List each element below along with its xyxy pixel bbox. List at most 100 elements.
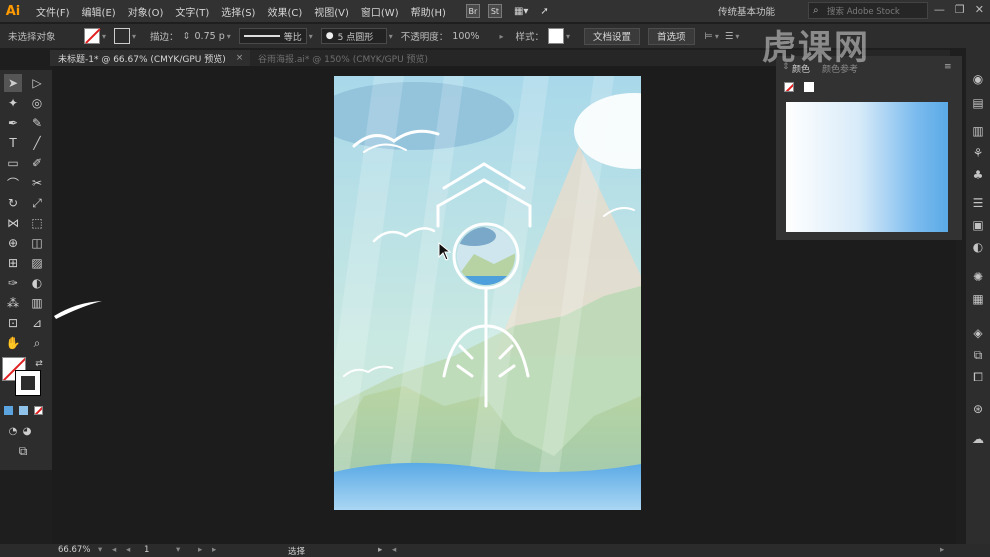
chevron-right-icon[interactable]: ▸ <box>499 32 503 41</box>
artboard-tool-icon[interactable]: ⊡ <box>4 314 22 332</box>
prev-artboard-icon[interactable]: ◂ <box>126 545 130 555</box>
transparency-icon[interactable]: ◐ <box>971 240 985 254</box>
menu-file[interactable]: 文件(F) <box>36 4 70 19</box>
gradient-mode-icon[interactable] <box>19 406 28 415</box>
menu-help[interactable]: 帮助(H) <box>411 4 446 19</box>
symbols-icon[interactable]: ♣ <box>971 168 985 182</box>
chevron-down-icon[interactable]: ▾ <box>389 32 393 41</box>
transform-icon[interactable]: ⊛ <box>971 402 985 416</box>
document-setup-button[interactable]: 文档设置 <box>584 27 641 45</box>
brush-definition[interactable]: ● 5 点圆形 <box>320 28 387 44</box>
selection-tool-icon[interactable]: ➤ <box>4 74 22 92</box>
stroke-icon[interactable]: ☰ <box>971 196 985 210</box>
rotate-tool-icon[interactable]: ↻ <box>4 194 22 212</box>
tab-untitled[interactable]: 未标题-1* @ 66.67% (CMYK/GPU 预览) × <box>50 50 250 66</box>
fill-swatch[interactable] <box>84 28 100 44</box>
minimize-icon[interactable]: — <box>934 3 945 16</box>
chevron-down-icon[interactable]: ▾ <box>735 32 739 41</box>
menu-type[interactable]: 文字(T) <box>175 4 209 19</box>
align-icon[interactable]: ⊨ <box>705 31 713 42</box>
draw-behind-icon[interactable]: ◕ <box>18 422 36 440</box>
opacity-field[interactable]: 100% <box>452 31 479 42</box>
chevron-down-icon[interactable]: ▾ <box>132 32 136 41</box>
stroke-weight-field[interactable]: 0.75 p <box>195 31 225 42</box>
scissors-icon[interactable]: ✂ <box>28 174 46 192</box>
scale-tool-icon[interactable]: ⤢ <box>28 194 46 212</box>
hand-tool-icon[interactable]: ✋ <box>4 334 22 352</box>
artboards-icon[interactable]: ⧉ <box>971 348 985 362</box>
menu-object[interactable]: 对象(O) <box>128 4 164 19</box>
workspace-switcher[interactable]: 传统基本功能 <box>718 4 775 18</box>
paintbrush-icon[interactable]: ✐ <box>28 154 46 172</box>
swap-colors-icon[interactable]: ⇄ <box>30 355 48 373</box>
mesh-tool-icon[interactable]: ⊞ <box>4 254 22 272</box>
chevron-down-icon[interactable]: ▾ <box>227 32 231 41</box>
panel-menu-icon[interactable]: ≡ <box>944 62 952 72</box>
color-spectrum[interactable] <box>786 102 948 232</box>
chevron-down-icon[interactable]: ▾ <box>715 32 719 41</box>
menu-edit[interactable]: 编辑(E) <box>82 4 116 19</box>
direct-selection-tool-icon[interactable]: ▷ <box>28 74 46 92</box>
scroll-right-icon[interactable]: ▸ <box>940 545 944 555</box>
curvature-tool-icon[interactable]: ✎ <box>28 114 46 132</box>
chevron-down-icon[interactable]: ▾ <box>98 545 102 555</box>
screen-mode-icon[interactable]: ⧉ <box>14 442 32 460</box>
zoom-tool-icon[interactable]: ⌕ <box>28 334 46 352</box>
stroke-color-swatch[interactable] <box>15 370 41 396</box>
creative-cloud-icon[interactable]: ☁ <box>971 432 985 446</box>
variable-width-profile[interactable]: 等比 <box>238 28 307 44</box>
libraries-icon[interactable]: ▥ <box>971 124 985 138</box>
bridge-button[interactable]: Br <box>465 4 480 18</box>
chevron-down-icon[interactable]: ▾ <box>309 32 313 41</box>
color-mode-icon[interactable] <box>4 406 13 415</box>
symbol-sprayer-icon[interactable]: ⁂ <box>4 294 22 312</box>
tab-poster[interactable]: 谷雨海报.ai* @ 150% (CMYK/GPU 预览) <box>250 50 436 66</box>
maximize-icon[interactable]: ❐ <box>955 3 965 16</box>
chevron-down-icon[interactable]: ▾ <box>102 32 106 41</box>
white-swatch[interactable] <box>804 82 814 92</box>
chevron-down-icon[interactable]: ▾ <box>176 545 180 555</box>
color-panel-icon[interactable]: ◉ <box>971 72 985 86</box>
menu-view[interactable]: 视图(V) <box>314 4 349 19</box>
close-icon[interactable]: ✕ <box>975 3 984 16</box>
first-artboard-icon[interactable]: ◂ <box>112 545 116 555</box>
width-tool-icon[interactable]: ⋈ <box>4 214 22 232</box>
menu-effect[interactable]: 效果(C) <box>267 4 302 19</box>
properties-icon[interactable]: ▤ <box>971 96 985 110</box>
perspective-grid-icon[interactable]: ◫ <box>28 234 46 252</box>
none-mode-icon[interactable] <box>34 406 43 415</box>
shape-builder-icon[interactable]: ⊕ <box>4 234 22 252</box>
blend-tool-icon[interactable]: ◐ <box>28 274 46 292</box>
pen-tool-icon[interactable]: ✒ <box>4 114 22 132</box>
gradient-tool-icon[interactable]: ▨ <box>28 254 46 272</box>
artboard-number-field[interactable]: 1 <box>144 545 149 555</box>
artboard[interactable] <box>334 76 641 510</box>
shaper-tool-icon[interactable]: ⌒ <box>4 174 22 192</box>
rectangle-tool-icon[interactable]: ▭ <box>4 154 22 172</box>
menu-window[interactable]: 窗口(W) <box>361 4 399 19</box>
stroke-swatch[interactable] <box>114 28 131 44</box>
last-artboard-icon[interactable]: ▸ <box>212 545 216 555</box>
lasso-icon[interactable]: ◎ <box>28 94 46 112</box>
graphic-style-swatch[interactable] <box>547 28 564 44</box>
asset-export-icon[interactable]: ⧠ <box>971 370 985 384</box>
zoom-field[interactable]: 66.67% <box>58 545 90 555</box>
appearance-icon[interactable]: ✺ <box>971 270 985 284</box>
layers-icon[interactable]: ◈ <box>971 326 985 340</box>
brush-stroke-object[interactable] <box>52 294 112 324</box>
menu-icon[interactable]: ☰ <box>725 31 734 42</box>
status-menu-icon[interactable]: ▸ <box>378 545 382 555</box>
type-tool-icon[interactable]: T <box>4 134 22 152</box>
line-tool-icon[interactable]: ╱ <box>28 134 46 152</box>
next-artboard-icon[interactable]: ▸ <box>198 545 202 555</box>
stepper-icon[interactable]: ⇕ <box>183 31 191 42</box>
gpu-rocket-icon[interactable]: ➚ <box>540 6 548 17</box>
eyedropper-icon[interactable]: ✑ <box>4 274 22 292</box>
menu-select[interactable]: 选择(S) <box>221 4 255 19</box>
stock-button[interactable]: St <box>487 4 502 18</box>
brushes-icon[interactable]: ⚘ <box>971 146 985 160</box>
chevron-left-icon[interactable]: ◂ <box>392 545 396 555</box>
arrange-icon[interactable]: ▦▾ <box>514 6 528 17</box>
stock-search-input[interactable]: ⌕ 搜索 Adobe Stock <box>808 2 928 19</box>
graph-tool-icon[interactable]: ▥ <box>28 294 46 312</box>
